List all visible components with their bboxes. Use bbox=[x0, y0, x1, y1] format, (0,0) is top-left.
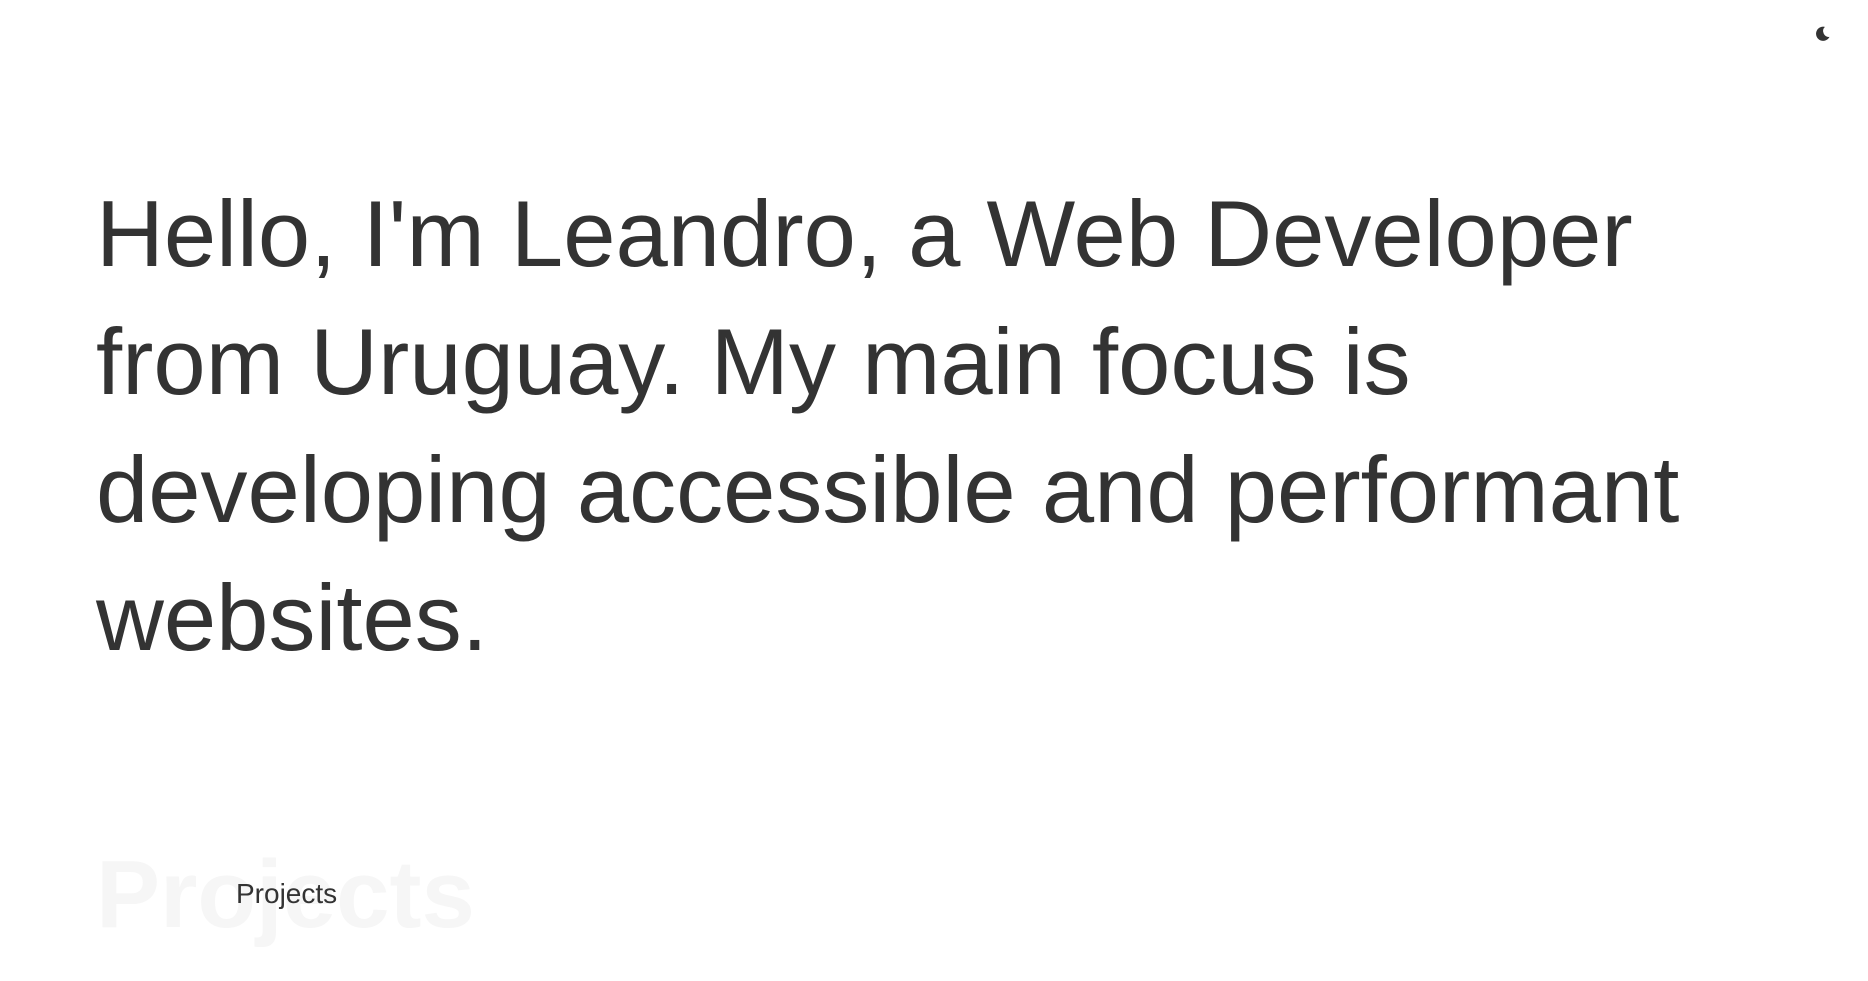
hero-intro: Hello, I'm Leandro, a Web Developer from… bbox=[96, 181, 1680, 670]
projects-section: Projects Projects bbox=[96, 830, 616, 960]
projects-title: Projects bbox=[236, 878, 338, 909]
theme-toggle-button[interactable] bbox=[1810, 22, 1834, 46]
moon-icon bbox=[1812, 24, 1832, 44]
